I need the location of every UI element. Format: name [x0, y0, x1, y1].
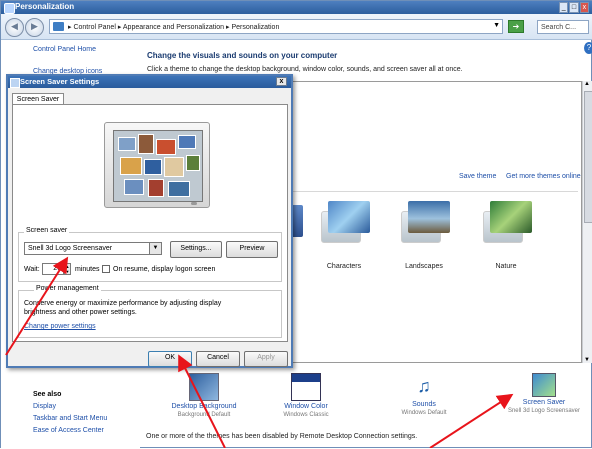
theme-label: Characters [326, 263, 362, 270]
settings-button[interactable]: Settings... [170, 241, 222, 258]
chevron-down-icon[interactable]: ▼ [149, 243, 161, 254]
power-description-line2: brightness and other power settings. [24, 309, 137, 316]
wait-label: Wait: [24, 266, 40, 273]
breadcrumb: ▸ Control Panel ▸ Appearance and Persona… [68, 24, 280, 31]
sounds-item[interactable]: ♫ Sounds Windows Default [379, 373, 469, 416]
chevron-down-icon[interactable]: ▼ [493, 22, 500, 29]
search-placeholder: Search C... [541, 24, 577, 31]
scroll-thumb[interactable] [584, 91, 592, 223]
maximize-button[interactable]: □ [569, 2, 579, 13]
theme-label: Nature [495, 263, 517, 270]
screen-saver-item[interactable]: Screen Saver Snell 3d Logo Screensaver [499, 373, 589, 414]
sounds-icon: ♫ [417, 376, 431, 396]
address-bar[interactable]: ▸ Control Panel ▸ Appearance and Persona… [49, 19, 503, 34]
personalization-icon [4, 3, 15, 14]
forward-arrow-icon[interactable]: ▶ [25, 18, 44, 37]
window-title-bar[interactable]: Personalization [1, 1, 592, 14]
page-title: Change the visuals and sounds on your co… [147, 51, 338, 60]
ok-button[interactable]: OK [148, 351, 192, 367]
screen-saver-dialog: Screen Saver Settings x Screen Saver Scr… [6, 74, 293, 368]
remote-desktop-warning: One or more of the themes has been disab… [146, 433, 418, 440]
wait-stepper[interactable]: ▲ ▼ [64, 263, 71, 275]
save-theme-link[interactable]: Save theme [459, 173, 496, 180]
get-more-themes-link[interactable]: Get more themes online [506, 173, 581, 180]
screen-saver-select[interactable]: Snell 3d Logo Screensaver ▼ [24, 242, 162, 255]
monitor-led [191, 202, 197, 205]
window-color-item[interactable]: Window Color Windows Classic [261, 373, 351, 418]
address-toolbar: ◀ ▶ ▸ Control Panel ▸ Appearance and Per… [1, 14, 592, 40]
wait-minutes-input[interactable]: 20 [42, 263, 64, 275]
window-controls: _ □ x [559, 2, 589, 13]
desktop-background-item[interactable]: Desktop Background Background Default [159, 373, 249, 418]
power-description-line1: Conserve energy or maximize performance … [24, 300, 222, 307]
apply-button[interactable]: Apply [244, 351, 288, 367]
see-also-taskbar-link[interactable]: Taskbar and Start Menu [33, 415, 107, 422]
back-arrow-icon[interactable]: ◀ [5, 18, 24, 37]
window-title: Personalization [15, 2, 75, 11]
screen-saver-value: Snell 3d Logo Screensaver [28, 245, 113, 252]
minimize-button[interactable]: _ [559, 2, 569, 13]
theme-nature[interactable] [478, 201, 534, 243]
theme-label: Landscapes [405, 263, 443, 270]
page-subtitle: Click a theme to change the desktop back… [147, 66, 463, 73]
window-color-icon [291, 373, 321, 401]
themes-scrollbar[interactable]: ▲ ▼ [582, 81, 592, 363]
scroll-down-icon[interactable]: ▼ [584, 357, 590, 363]
monitor-preview [104, 122, 210, 208]
dialog-close-button[interactable]: x [276, 77, 287, 86]
screen-saver-legend: Screen saver [24, 227, 70, 234]
theme-characters[interactable] [316, 201, 372, 243]
cancel-button[interactable]: Cancel [196, 351, 240, 367]
screen-saver-icon [532, 373, 556, 397]
screen-saver-icon [10, 78, 20, 88]
desktop-background-icon [189, 373, 219, 401]
theme-landscapes[interactable] [396, 201, 452, 243]
search-input[interactable]: Search C... [537, 20, 589, 34]
minutes-label: minutes [75, 266, 100, 273]
resume-logon-label[interactable]: On resume, display logon screen [113, 266, 215, 273]
see-also-display-link[interactable]: Display [33, 403, 56, 410]
dialog-title-bar[interactable]: Screen Saver Settings [8, 76, 291, 88]
control-panel-home-link[interactable]: Control Panel Home [33, 46, 96, 53]
see-also-heading: See also [33, 391, 62, 398]
control-panel-icon [53, 22, 64, 31]
resume-logon-checkbox[interactable] [102, 265, 110, 273]
refresh-icon[interactable]: ➔ [508, 20, 524, 33]
scroll-up-icon[interactable]: ▲ [584, 81, 590, 87]
see-also-ease-of-access-link[interactable]: Ease of Access Center [33, 427, 104, 434]
change-power-settings-link[interactable]: Change power settings [24, 323, 96, 330]
help-icon[interactable]: ? [584, 42, 592, 54]
close-button[interactable]: x [579, 2, 589, 13]
preview-screen [113, 130, 203, 202]
dialog-title: Screen Saver Settings [20, 77, 100, 86]
preview-button[interactable]: Preview [226, 241, 278, 258]
power-management-legend: Power management [34, 285, 101, 292]
